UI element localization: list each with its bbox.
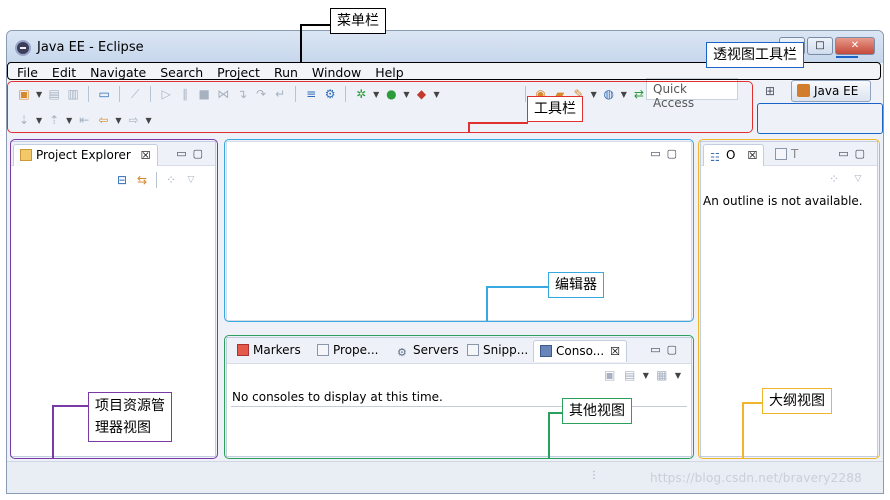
editor-annotation: 编辑器 bbox=[548, 272, 604, 298]
menubar-leader-line-h bbox=[300, 24, 330, 26]
open-perspective-icon[interactable]: ⊞ bbox=[765, 84, 775, 98]
java-ee-perspective-button[interactable]: Java EE bbox=[791, 80, 871, 102]
explorer-annotation-line1: 项目资源管 bbox=[95, 398, 165, 414]
perspective-highlight bbox=[757, 103, 883, 134]
watermark: https://blog.csdn.net/bravery2288 bbox=[650, 471, 862, 485]
outline-leader-line-h bbox=[742, 402, 762, 404]
perspective-bar: ⊞ Java EE bbox=[757, 78, 881, 104]
editor-leader-line-h bbox=[486, 286, 548, 288]
java-ee-icon bbox=[797, 84, 810, 97]
editor-leader-line bbox=[486, 286, 488, 322]
menubar-leader-line bbox=[300, 24, 302, 62]
java-ee-label: Java EE bbox=[814, 84, 859, 98]
status-divider: ⋮ bbox=[589, 470, 599, 481]
other-views-highlight bbox=[224, 335, 694, 459]
other-views-leader-line-h bbox=[548, 412, 562, 414]
perspective-leader-line bbox=[836, 56, 858, 58]
toolbar-highlight bbox=[7, 81, 753, 133]
perspective-annotation: 透视图工具栏 bbox=[706, 42, 804, 68]
window-title: Java EE - Eclipse bbox=[37, 40, 144, 55]
editor-highlight bbox=[224, 139, 694, 322]
toolbar-leader-line bbox=[468, 122, 470, 132]
outline-leader-line bbox=[742, 402, 744, 459]
explorer-leader-line bbox=[52, 405, 54, 459]
eclipse-icon bbox=[15, 40, 31, 56]
toolbar-annotation: 工具栏 bbox=[527, 96, 583, 122]
other-views-annotation: 其他视图 bbox=[562, 398, 632, 424]
outline-annotation: 大纲视图 bbox=[762, 388, 832, 414]
explorer-annotation: 项目资源管 理器视图 bbox=[88, 392, 172, 442]
explorer-annotation-line2: 理器视图 bbox=[95, 420, 151, 436]
close-button[interactable]: ✕ bbox=[835, 37, 875, 55]
toolbar-leader-line-h bbox=[468, 122, 528, 124]
menubar-annotation: 菜单栏 bbox=[330, 8, 386, 34]
explorer-leader-line-h bbox=[52, 405, 88, 407]
other-views-leader-line bbox=[548, 412, 550, 459]
maximize-button[interactable]: □ bbox=[807, 37, 833, 55]
